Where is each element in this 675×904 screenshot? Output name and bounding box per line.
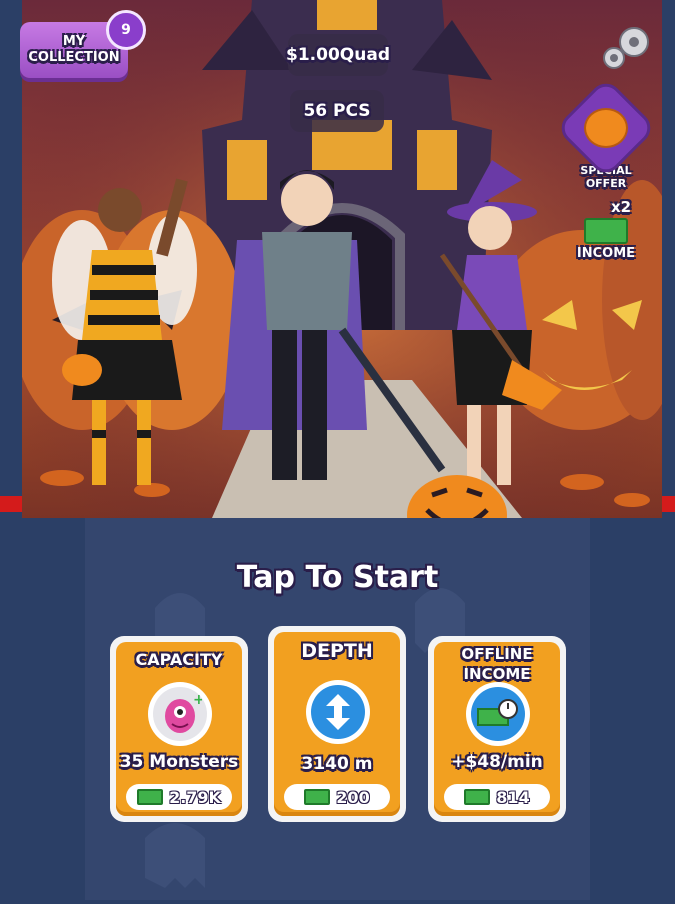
special-offer-button[interactable]: SPECIAL OFFER bbox=[555, 77, 657, 190]
depth-upgrade-card[interactable]: DEPTH 3140 m 200 bbox=[268, 626, 406, 822]
capacity-upgrade-card[interactable]: CAPACITY + 35 Monsters 2.79K bbox=[110, 636, 248, 822]
collection-label-line1: MY bbox=[62, 34, 86, 49]
vertical-arrows-icon bbox=[311, 685, 365, 739]
cost-value: 2.79K bbox=[169, 787, 221, 807]
card-icon-circle bbox=[466, 682, 530, 746]
cash-icon bbox=[584, 218, 628, 244]
card-title: DEPTH bbox=[301, 640, 373, 662]
card-value: 35 Monsters bbox=[119, 752, 239, 772]
upgrade-cost-button[interactable]: 200 bbox=[284, 784, 390, 810]
tap-to-start-label[interactable]: Tap To Start bbox=[0, 560, 675, 595]
income-label: INCOME bbox=[576, 246, 636, 261]
upgrade-cost-button[interactable]: 2.79K bbox=[126, 784, 232, 810]
offline-income-upgrade-card[interactable]: OFFLINE INCOME +$48/min 814 bbox=[428, 636, 566, 822]
pieces-display: 56 PCS bbox=[290, 90, 384, 132]
monster-icon: + bbox=[153, 687, 207, 741]
upgrade-cost-button[interactable]: 814 bbox=[444, 784, 550, 810]
collection-count-badge: 9 bbox=[106, 10, 146, 50]
money-display: $1.00Quad bbox=[286, 34, 390, 76]
collection-label-line2: COLLECTION bbox=[28, 50, 120, 65]
cost-value: 200 bbox=[336, 787, 370, 807]
cash-icon bbox=[304, 789, 331, 805]
progress-marker-left bbox=[0, 496, 22, 512]
income-multiplier: x2 bbox=[610, 198, 632, 216]
card-title: CAPACITY bbox=[135, 650, 223, 669]
card-value: 3140 m bbox=[301, 754, 373, 774]
special-offer-label-2: OFFER bbox=[585, 177, 627, 190]
cash-icon bbox=[464, 789, 491, 805]
cash-icon bbox=[137, 789, 164, 805]
svg-text:+: + bbox=[193, 692, 202, 708]
progress-marker-right bbox=[662, 496, 675, 512]
cash-stopwatch-icon bbox=[471, 687, 525, 741]
settings-gear-icon[interactable] bbox=[596, 20, 656, 76]
card-icon-circle: + bbox=[148, 682, 212, 746]
card-value: +$48/min bbox=[451, 752, 543, 772]
card-title-line2: INCOME bbox=[463, 665, 531, 683]
card-title-line1: OFFLINE bbox=[461, 645, 533, 663]
card-icon-circle bbox=[306, 680, 370, 744]
cost-value: 814 bbox=[496, 787, 530, 807]
double-income-button[interactable]: x2 INCOME bbox=[568, 198, 644, 268]
